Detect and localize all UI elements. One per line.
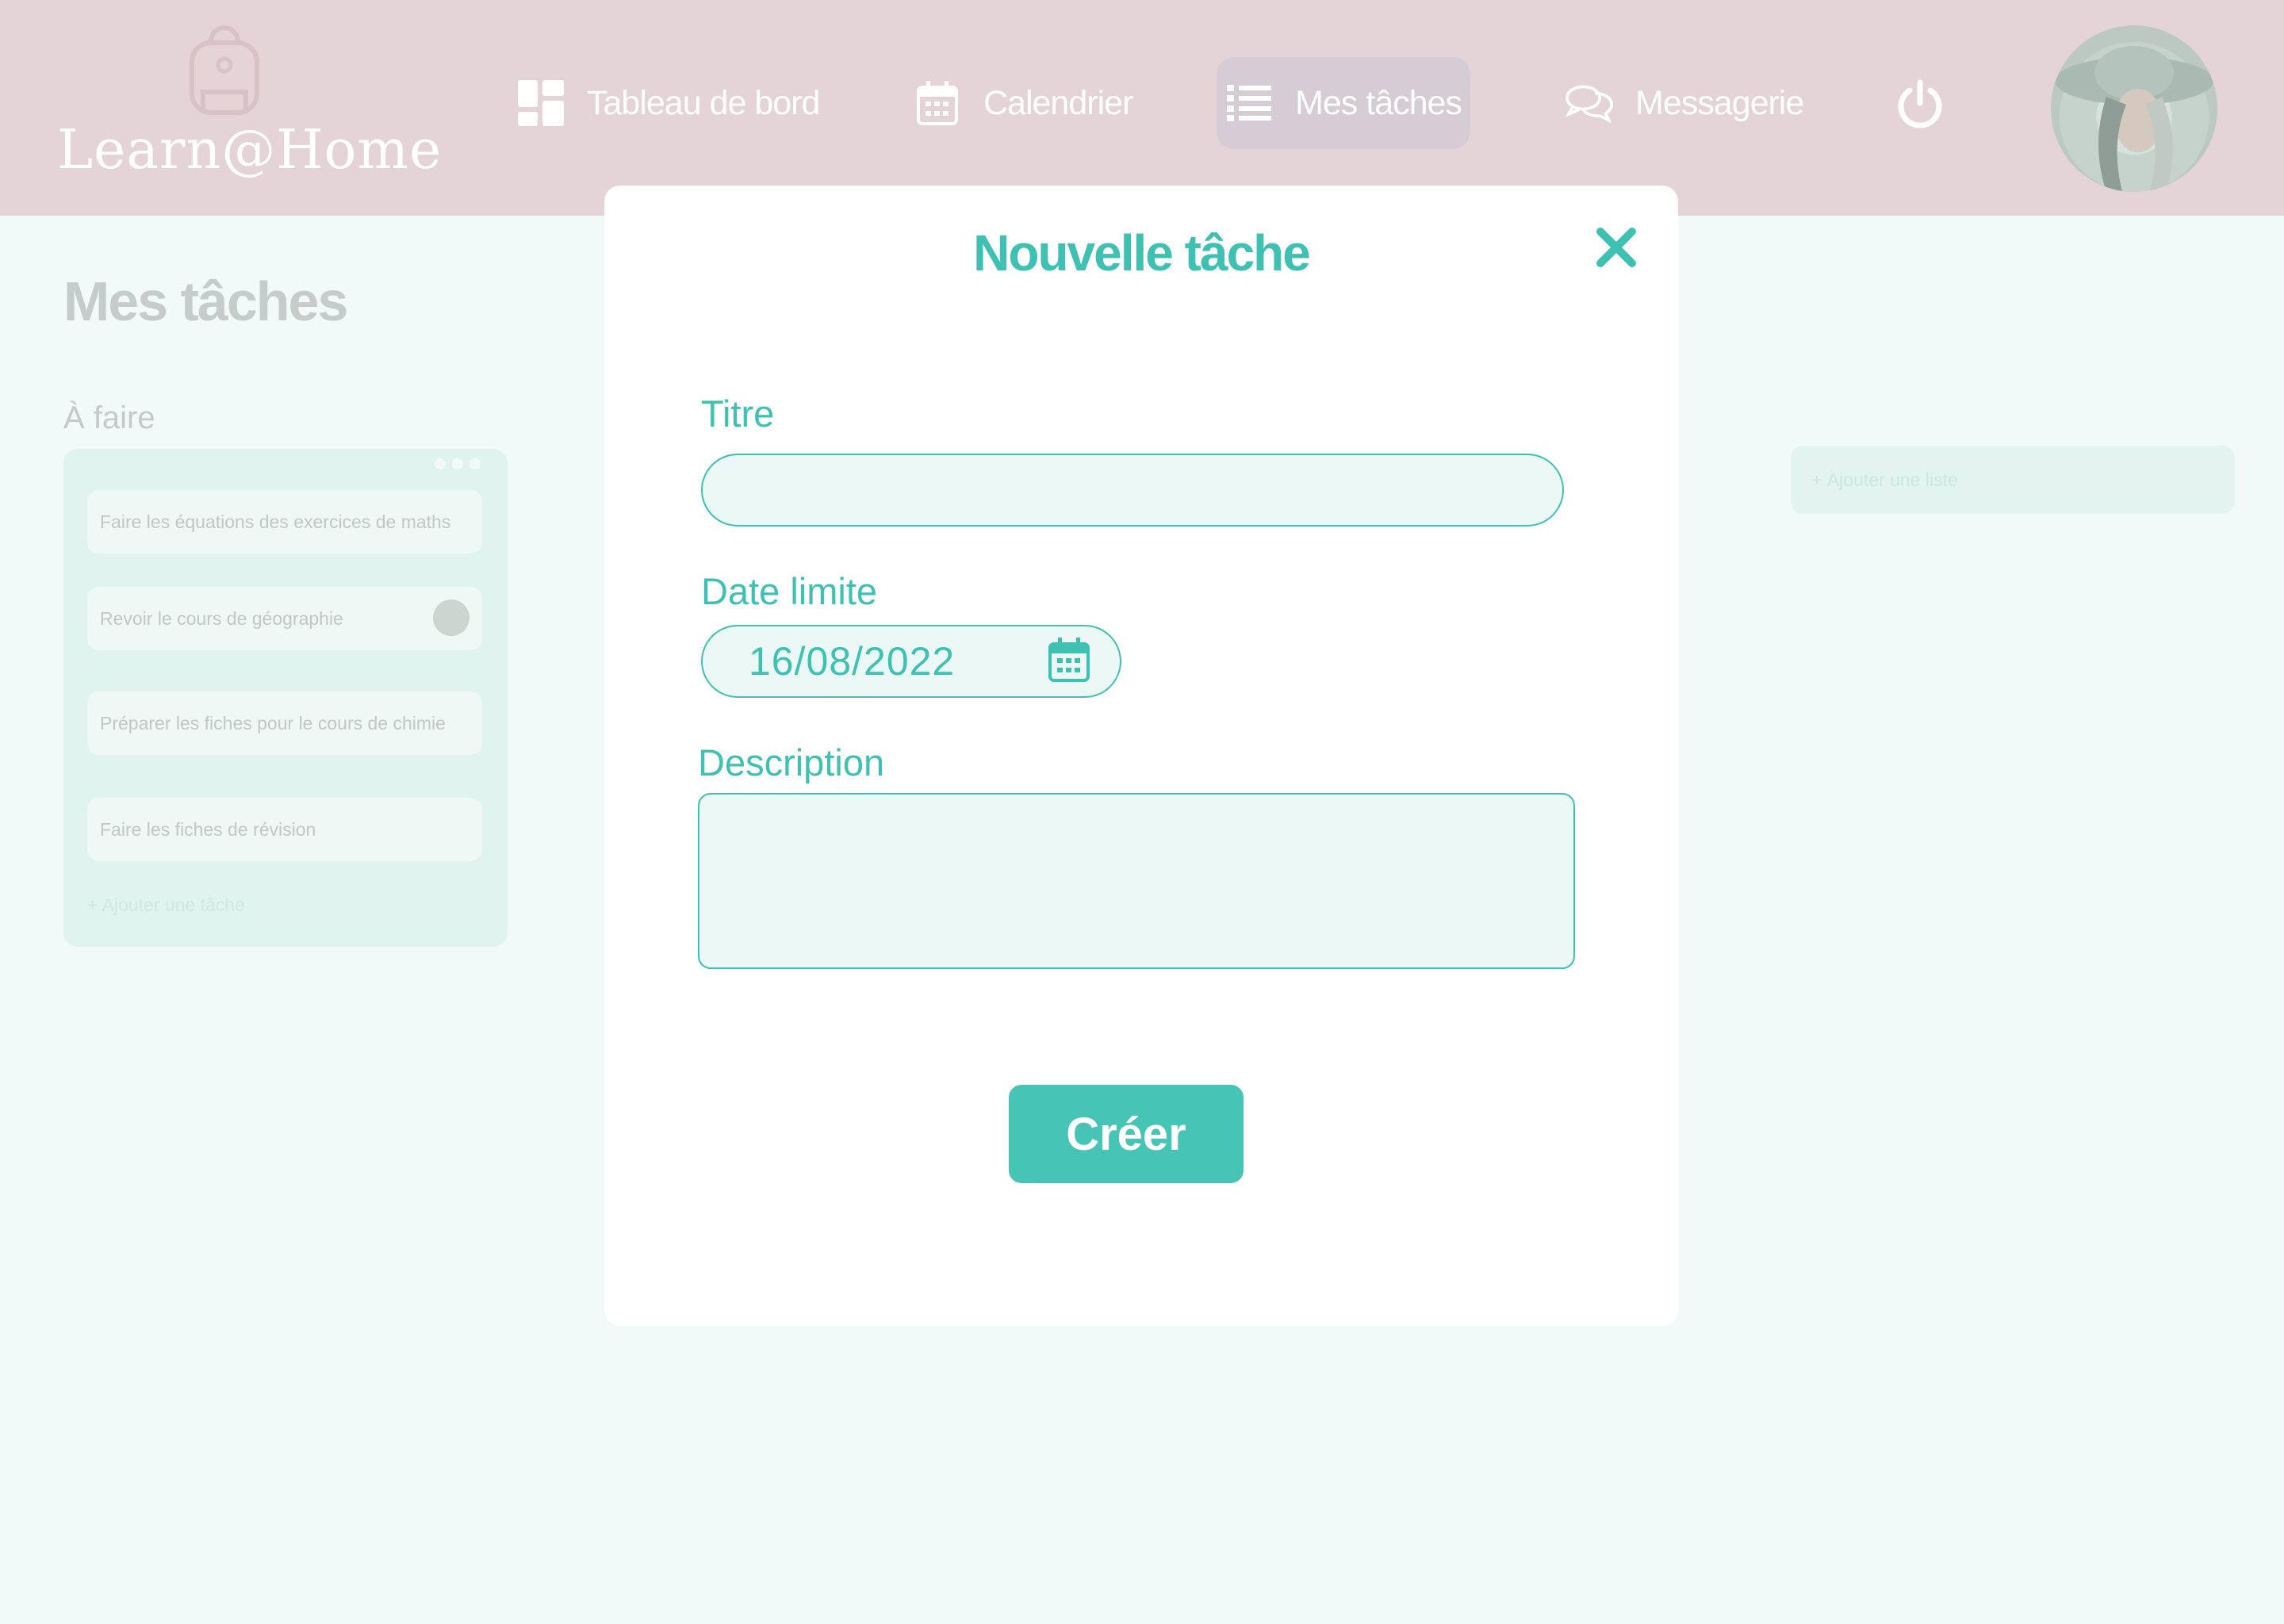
task-card[interactable]: Préparer les fiches pour le cours de chi… [87,691,482,755]
dashboard-icon [517,79,565,127]
app-logo-text[interactable]: Learn@Home [57,119,441,182]
create-button[interactable]: Créer [1009,1085,1244,1183]
list-icon [1225,79,1273,127]
add-task-button[interactable]: + Ajouter une tâche [87,894,245,916]
task-card[interactable]: Faire les fiches de révision [87,798,482,861]
nav-dashboard[interactable]: Tableau de bord [517,57,820,149]
due-date-label: Date limite [701,570,878,612]
more-options-icon[interactable] [435,458,487,469]
close-icon[interactable] [1594,225,1638,270]
page-title: Mes tâches [63,270,348,332]
backpack-icon [190,25,259,115]
description-label: Description [698,741,885,783]
due-date-value: 16/08/2022 [749,639,956,684]
plus-icon: + [1811,469,1827,490]
nav-tasks[interactable]: Mes tâches [1217,57,1470,149]
assignee-avatar [433,599,469,636]
user-avatar[interactable] [2051,25,2217,192]
title-label: Titre [701,393,775,435]
power-icon[interactable] [1895,79,1945,128]
chat-icon [1565,79,1613,127]
nav-messaging-label: Messagerie [1635,83,1804,122]
nav-dashboard-label: Tableau de bord [587,83,820,122]
modal-title: Nouvelle tâche [973,224,1311,282]
nav-tasks-label: Mes tâches [1295,83,1462,122]
title-input[interactable] [701,454,1564,527]
calendar-icon[interactable] [1048,638,1090,682]
nav-messaging[interactable]: Messagerie [1565,57,1804,149]
add-list-button[interactable]: + Ajouter une liste [1791,446,2235,514]
description-textarea[interactable] [698,793,1575,969]
task-card[interactable]: Faire les équations des exercices de mat… [87,490,482,553]
nav-calendar[interactable]: Calendrier [914,57,1133,149]
calendar-icon [914,79,961,127]
nav-calendar-label: Calendrier [983,83,1133,122]
plus-icon: + [87,894,102,915]
task-card[interactable]: Revoir le cours de géographie [87,587,482,650]
list-title: À faire [63,400,155,435]
